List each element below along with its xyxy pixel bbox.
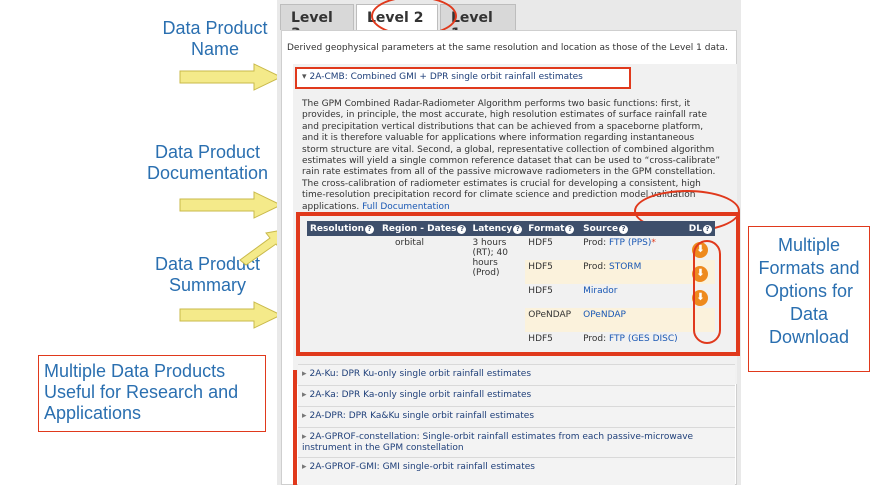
table-row: orbital 3 hours (RT); 40 hours (Prod) HD…: [307, 236, 715, 278]
column-header: Source?: [580, 221, 686, 236]
tab-level-3[interactable]: Level 3: [280, 4, 354, 42]
source-link[interactable]: FTP (PPS): [609, 238, 651, 248]
latency-cell: 3 hours (RT); 40 hours (Prod): [472, 238, 508, 278]
product-list-item[interactable]: ▸ 2A-Ka: DPR Ka-only single orbit rainfal…: [298, 385, 735, 406]
product-title-toggle[interactable]: ▾ 2A-CMB: Combined GMI + DPR single orbit…: [295, 67, 631, 89]
triangle-right-icon: ▸: [302, 369, 307, 379]
format-cell: OPeNDAP: [525, 308, 581, 332]
help-icon[interactable]: ?: [565, 224, 575, 234]
product-title: 2A-CMB: Combined GMI + DPR single orbit …: [309, 72, 583, 82]
level-tabs: Level 3 Level 2 Level 1: [277, 0, 741, 42]
level-description: Derived geophysical parameters at the sa…: [287, 43, 728, 53]
source-link[interactable]: Mirador: [583, 286, 617, 296]
product-list-item[interactable]: ▸ 2A-GPROF-GMI: GMI single-orbit rainfall…: [298, 457, 735, 485]
resolution-cell: [307, 236, 379, 356]
source-link[interactable]: FTP (GES DISC): [609, 334, 678, 344]
highlight-ellipse: [693, 240, 721, 344]
source-cell: Prod: STORM: [580, 260, 686, 284]
column-header: Resolution?: [307, 221, 379, 236]
format-cell: HDF5: [528, 286, 553, 296]
arrow-icon: [179, 301, 283, 329]
column-header: Latency?: [469, 221, 526, 236]
column-header: Region - Dates?: [379, 221, 470, 236]
source-cell: Prod: FTP (GES DISC): [583, 334, 678, 344]
format-cell: HDF5: [528, 238, 553, 248]
help-icon[interactable]: ?: [513, 224, 523, 234]
region-cell: orbital: [395, 238, 424, 248]
column-header: DL?: [685, 221, 715, 236]
arrow-icon: [179, 63, 283, 91]
source-cell: Mirador: [580, 284, 686, 308]
help-icon[interactable]: ?: [703, 224, 712, 234]
triangle-right-icon: ▸: [302, 432, 307, 442]
full-documentation-link[interactable]: Full Documentation: [362, 202, 450, 212]
help-icon[interactable]: ?: [365, 224, 375, 234]
source-link[interactable]: STORM: [609, 262, 641, 272]
product-list-item[interactable]: ▸ 2A-Ku: DPR Ku-only single orbit rainfal…: [298, 364, 735, 385]
source-cell: Prod: FTP (PPS)*: [583, 238, 656, 248]
product-list-item[interactable]: ▸ 2A-DPR: DPR Ka&Ku single orbit rainfall…: [298, 406, 735, 427]
triangle-right-icon: ▸: [302, 411, 307, 421]
source-link[interactable]: OPeNDAP: [583, 310, 626, 320]
product-summary-table: Resolution? Region - Dates? Latency? For…: [307, 221, 715, 356]
annotation-multiple-products: Multiple Data Products Useful for Resear…: [38, 355, 266, 432]
annotation-data-product-name: Data Product Name: [162, 18, 268, 59]
format-cell: HDF5: [528, 334, 553, 344]
format-cell: HDF5: [525, 260, 581, 284]
help-icon[interactable]: ?: [619, 224, 629, 234]
help-icon[interactable]: ?: [457, 224, 467, 234]
triangle-down-icon: ▾: [302, 72, 307, 82]
product-list-item[interactable]: ▸ 2A-GPROF-constellation: Single-orbit ra…: [298, 427, 735, 457]
column-header: Format?: [525, 221, 581, 236]
source-cell: OPeNDAP: [580, 308, 686, 332]
annotation-multiple-formats: Multiple Formats and Options for Data Do…: [748, 226, 870, 372]
triangle-right-icon: ▸: [302, 390, 307, 400]
arrow-icon: [179, 191, 283, 219]
annotation-data-product-documentation: Data Product Documentation: [146, 142, 269, 183]
triangle-right-icon: ▸: [302, 462, 307, 472]
data-product-panel: Level 3 Level 2 Level 1 Derived geophysi…: [277, 0, 741, 485]
